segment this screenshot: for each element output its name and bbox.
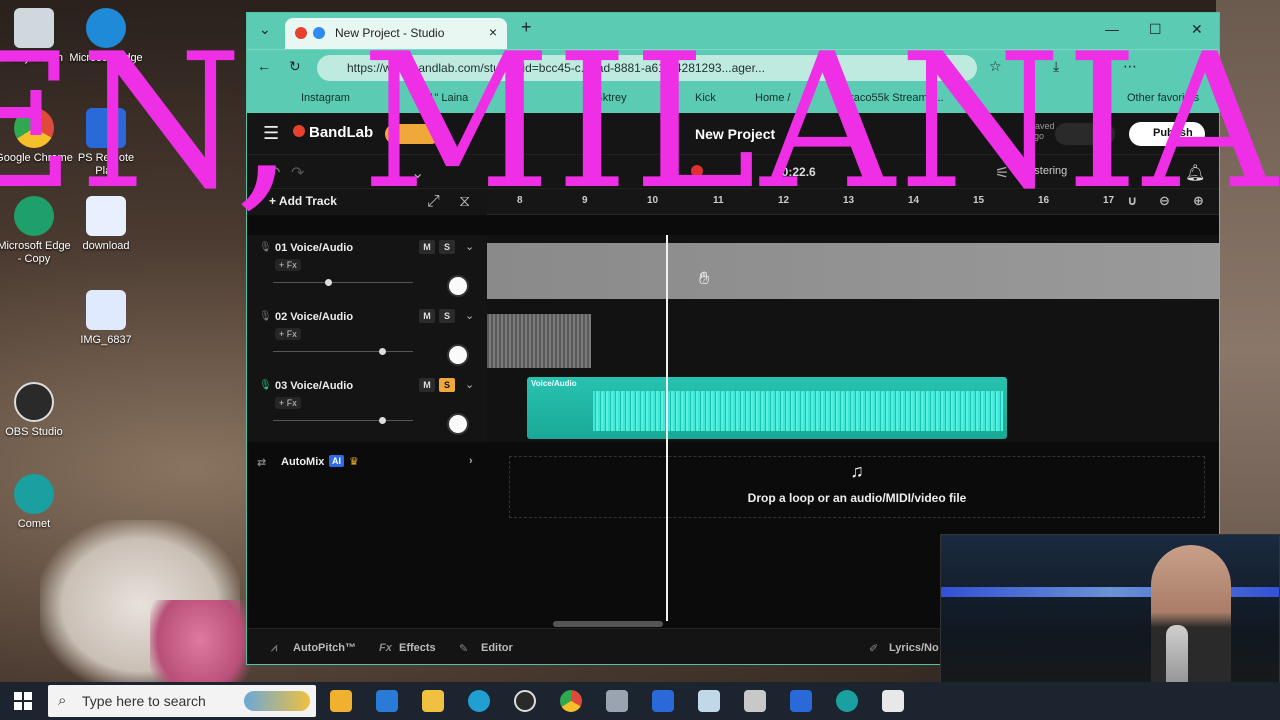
taskbar-widgets-icon[interactable] [330,690,352,712]
taskbar-comet-icon[interactable] [836,690,858,712]
track-name[interactable]: 03 Voice/Audio [275,380,353,392]
windows-start-icon[interactable] [14,692,32,710]
track-expand-chevron-icon[interactable]: ⌄ [465,309,474,322]
mic-icon: 🎙︎ [259,311,272,322]
desktop-icon-obs-studio[interactable]: OBS Studio [0,382,74,439]
hand-cursor-icon: ✋︎ [699,268,710,288]
taskbar-file-explorer-icon[interactable] [422,690,444,712]
add-fx-button[interactable]: + Fx [275,259,301,271]
webcam-person [1151,545,1231,695]
clip-waveform [593,391,1003,431]
desktop-icon-label: Microsoft Edge - Copy [0,240,71,265]
mic-icon: 🎙︎ [259,380,272,391]
track-row: 🎙︎ 02 Voice/Audio + Fx M S ⌄ [247,304,1219,373]
obs-icon [14,382,54,422]
editor-pencil-icon: ✎ [459,643,469,655]
pan-knob[interactable] [447,413,469,435]
track-controls: 🎙︎ 03 Voice/Audio + Fx M S ⌄ [247,373,487,442]
automix-label: AutoMix [281,456,325,468]
track-lane[interactable] [487,235,1219,304]
video-file-icon [86,290,126,330]
taskbar-mail-icon[interactable] [376,690,398,712]
drop-zone[interactable]: ♫ Drop a loop or an audio/MIDI/video fil… [509,456,1205,518]
add-fx-button[interactable]: + Fx [275,397,301,409]
audio-clip-voice[interactable]: Voice/Audio [527,377,1007,439]
taskbar-edge-icon[interactable] [468,690,490,712]
mute-button[interactable]: M [419,378,435,392]
lyrics-button[interactable]: Lyrics/No [889,642,939,654]
horizontal-scrollbar[interactable] [553,621,663,627]
track-row: 🎙︎ 01 Voice/Audio + Fx M S ⌄ [247,235,1219,304]
desktop-icon-img-6837[interactable]: IMG_6837 [66,290,146,347]
playhead[interactable] [666,235,668,621]
track-controls: 🎙︎ 02 Voice/Audio + Fx M S ⌄ [247,304,487,373]
track-expand-chevron-icon[interactable]: ⌄ [465,378,474,391]
search-placeholder: Type here to search [82,693,206,709]
clip-label: Voice/Audio [531,379,577,388]
autopitch-button[interactable]: AutoPitch™ [293,642,356,654]
autopitch-icon: ⩘ [271,642,278,654]
effects-button[interactable]: Effects [399,642,436,654]
taskbar-obs-icon[interactable] [514,690,536,712]
add-fx-button[interactable]: + Fx [275,328,301,340]
taskbar-app-icon[interactable] [698,690,720,712]
track-lane[interactable] [487,304,1219,373]
volume-fader[interactable] [273,348,413,355]
comet-icon [14,474,54,514]
automix-icon: ⇄ [257,457,267,469]
track-row: 🎙︎ 03 Voice/Audio + Fx M S ⌄ Voice/Audio [247,373,1219,442]
webcam-feed [940,534,1280,700]
track-lane[interactable]: Voice/Audio [487,373,1219,442]
lyrics-icon: ✐ [869,643,879,655]
audio-clip-selected[interactable] [487,243,1219,299]
editor-button[interactable]: Editor [481,642,513,654]
windows-taskbar: ⌕ Type here to search [0,682,1280,720]
desktop-icon-label: IMG_6837 [80,334,132,346]
solo-button[interactable]: S [439,240,455,254]
pan-knob[interactable] [447,275,469,297]
taskbar-app-icon[interactable] [744,690,766,712]
solo-button[interactable]: S [439,309,455,323]
taskbar-chrome-icon[interactable] [560,690,582,712]
track-name[interactable]: 02 Voice/Audio [275,311,353,323]
track-expand-chevron-icon[interactable]: ⌄ [465,240,474,253]
mute-button[interactable]: M [419,240,435,254]
volume-fader-knob[interactable] [379,348,386,355]
automix-ai-badge: AI [329,455,344,467]
taskbar-video-icon[interactable] [652,690,674,712]
desktop-icon-label: Comet [17,518,51,530]
taskbar-settings-gear-icon[interactable] [606,690,628,712]
mute-button[interactable]: M [419,309,435,323]
desktop-icon-label: download [82,240,130,252]
effects-icon: Fx [379,642,392,654]
volume-fader[interactable] [273,279,413,286]
track-name[interactable]: 01 Voice/Audio [275,242,353,254]
stream-overlay-text: EN, MILANIA [0,13,1280,230]
track-controls: 🎙︎ 01 Voice/Audio + Fx M S ⌄ [247,235,487,304]
desktop-icon-comet[interactable]: Comet [0,474,74,531]
volume-fader-knob[interactable] [379,417,386,424]
taskbar-ps-remote-play-icon[interactable] [790,690,812,712]
mic-icon: 🎙︎ [259,242,272,253]
solo-button[interactable]: S [439,378,455,392]
taskbar-search-input[interactable]: ⌕ Type here to search [48,685,316,717]
volume-fader-knob[interactable] [325,279,332,286]
desktop-icon-label: OBS Studio [5,426,63,438]
drop-zone-text: Drop a loop or an audio/MIDI/video file [747,491,967,505]
audio-clip[interactable] [487,314,591,368]
volume-fader[interactable] [273,417,413,424]
search-highlight-image [244,691,310,711]
crown-icon: ♛ [349,456,359,468]
pan-knob[interactable] [447,344,469,366]
search-icon: ⌕ [58,692,67,709]
music-note-plus-icon: ♫ [850,461,864,481]
automix-chevron-icon[interactable]: › [469,455,473,467]
automix-row[interactable]: ⇄ AutoMix AI ♛ › [247,450,487,476]
taskbar-security-shield-icon[interactable] [882,690,904,712]
